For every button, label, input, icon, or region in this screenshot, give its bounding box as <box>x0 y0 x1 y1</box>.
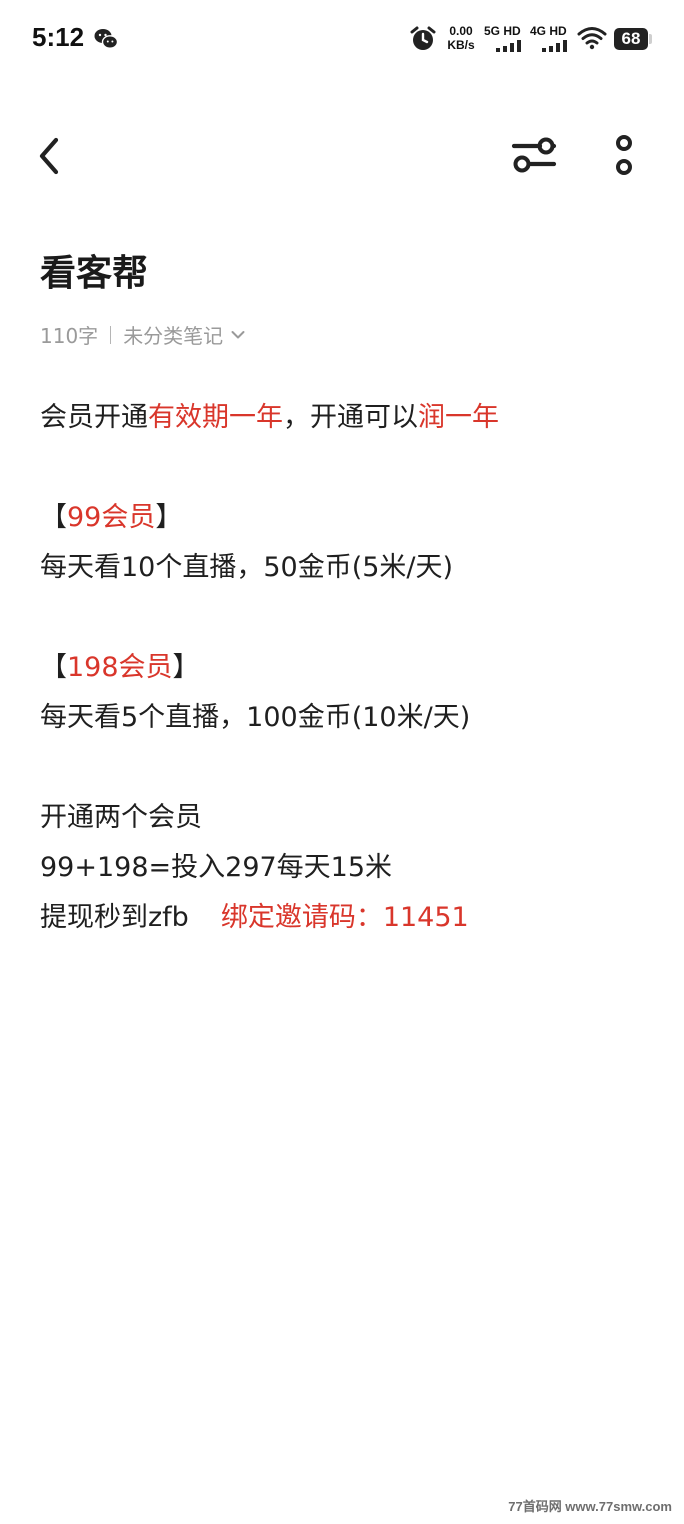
note-line: 开通两个会员 <box>40 802 202 833</box>
status-time: 5:12 <box>32 22 85 52</box>
note-line: 【198会员】 <box>40 643 660 693</box>
sliders-icon <box>511 137 557 173</box>
battery-icon: 68 <box>614 28 648 50</box>
note-line: 99+198=投入297每天15米 <box>40 852 393 883</box>
signal-4g: 4G HD <box>530 24 572 54</box>
signal-5g: 5G HD <box>484 24 526 54</box>
note-text: ，开通可以 <box>283 402 418 433</box>
signal-5g-label: 5G HD <box>484 24 521 38</box>
network-speed-unit: KB/s <box>447 38 475 52</box>
more-options-button[interactable] <box>606 130 642 180</box>
note-line: 每天看5个直播，100金币(10米/天) <box>40 702 471 733</box>
signal-bars-icon <box>542 40 567 52</box>
signal-bars-icon <box>496 40 521 52</box>
note-text: 提现秒到zfb <box>40 902 189 933</box>
note-text: 会员开通 <box>40 402 148 433</box>
note-line: 每天看10个直播，50金币(5米/天) <box>40 552 454 583</box>
wechat-icon <box>94 29 118 49</box>
more-vertical-icon <box>616 135 632 175</box>
bracket-open: 【 <box>40 652 67 683</box>
bracket-open: 【 <box>40 502 67 533</box>
battery-cap <box>649 34 652 44</box>
wifi-icon <box>577 27 607 50</box>
membership-198-label: 198会员 <box>67 652 173 683</box>
battery-level: 68 <box>621 29 641 48</box>
note-meta: 110字 未分类笔记 <box>40 320 245 349</box>
chevron-left-icon <box>39 137 59 175</box>
network-speed: 0.00 KB/s <box>443 24 479 52</box>
bracket-close: 】 <box>155 502 183 533</box>
note-title[interactable]: 看客帮 <box>40 244 148 296</box>
note-line: 提现秒到zfb 绑定邀请码：11451 <box>40 893 660 943</box>
category-label: 未分类笔记 <box>123 324 224 348</box>
category-selector[interactable]: 未分类笔记 <box>123 320 245 349</box>
word-count: 110字 <box>40 324 99 348</box>
note-line: 【99会员】 <box>40 493 660 543</box>
signal-4g-label: 4G HD <box>530 24 567 38</box>
note-highlight: 润一年 <box>418 402 499 433</box>
format-settings-button[interactable] <box>510 132 558 178</box>
chevron-down-icon <box>231 330 245 338</box>
back-button[interactable] <box>30 134 70 178</box>
alarm-icon <box>410 26 436 50</box>
note-line: 会员开通有效期一年，开通可以润一年 <box>40 393 660 443</box>
membership-99-label: 99会员 <box>67 502 156 533</box>
bracket-close: 】 <box>172 652 200 683</box>
network-speed-value: 0.00 <box>449 24 473 38</box>
invite-code: 绑定邀请码：11451 <box>220 902 469 933</box>
note-highlight: 有效期一年 <box>148 402 283 433</box>
watermark: 77首码网 www.77smw.com <box>508 1499 672 1514</box>
note-body[interactable]: 会员开通有效期一年，开通可以润一年 【99会员】 每天看10个直播，50金币(5… <box>40 393 660 943</box>
status-bar: 5:12 0.00 KB/s 5G HD 4G HD 68 <box>0 0 684 80</box>
meta-divider <box>110 325 112 344</box>
